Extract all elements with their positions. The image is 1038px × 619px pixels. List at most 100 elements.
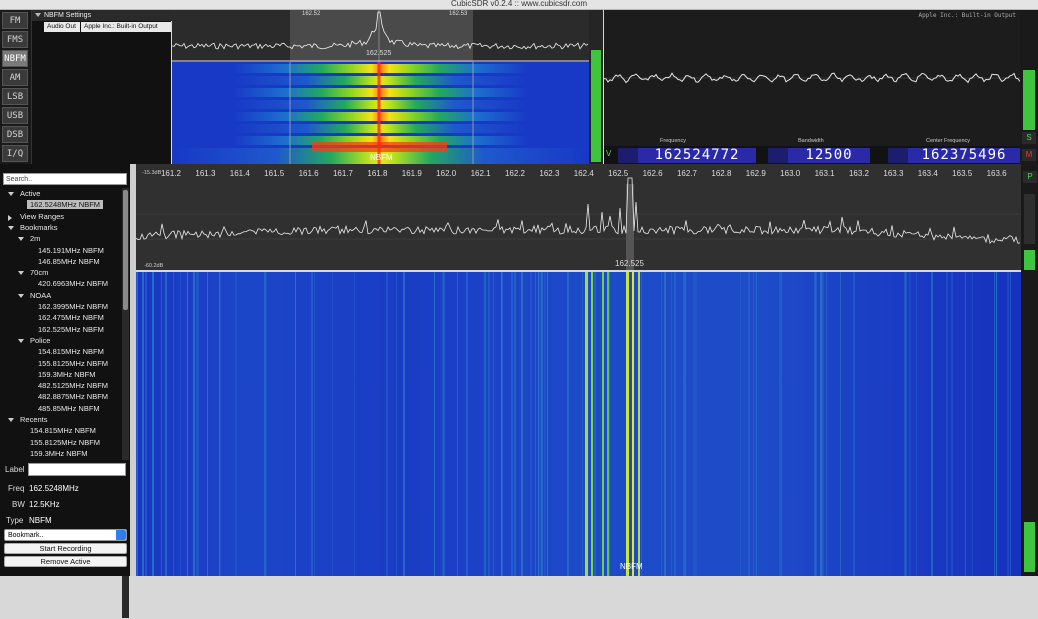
type-value: NBFM	[29, 516, 52, 525]
bookmark-label-input[interactable]	[28, 463, 126, 476]
waterfall-trace	[530, 272, 532, 576]
bookmark-select[interactable]: Bookmark..	[4, 529, 127, 541]
scrollbar-thumb[interactable]	[123, 190, 128, 310]
mode-button-fm[interactable]: FM	[2, 12, 28, 29]
title-bar: CubicSDR v0.2.4 :: www.cubicsdr.com	[0, 0, 1038, 10]
spectrum-zoom-slider[interactable]	[1024, 194, 1035, 244]
modem-settings-title: NBFM Settings	[44, 12, 92, 19]
collapse-icon[interactable]	[8, 418, 14, 422]
collapse-icon[interactable]	[8, 192, 14, 196]
mode-button-usb[interactable]: USB	[2, 107, 28, 124]
center-frequency-digits[interactable]: 162375496	[908, 148, 1020, 163]
signal-trace	[638, 272, 640, 576]
collapse-icon[interactable]	[18, 271, 24, 276]
squelch-meter-fill	[591, 50, 601, 162]
waterfall-speed-fill[interactable]	[1024, 522, 1035, 572]
mode-button-lsb[interactable]: LSB	[2, 88, 28, 105]
waterfall-trace	[220, 272, 221, 576]
waterfall-trace	[165, 272, 167, 576]
demod-spectrum[interactable]: 162.52 162.53 162.525	[172, 10, 589, 62]
waterfall-trace	[822, 272, 824, 576]
collapse-icon[interactable]	[18, 237, 24, 242]
tree-item[interactable]: Recents	[20, 415, 48, 424]
frequency-tick-label: 163.6	[986, 169, 1007, 178]
waterfall-trace	[594, 272, 596, 576]
tree-item[interactable]: View Ranges	[20, 212, 64, 221]
audio-device-select[interactable]: Apple Inc.: Built-in Output	[81, 22, 171, 32]
freq-key: Freq	[8, 484, 25, 493]
frequency-tick-label: 161.9	[401, 169, 422, 178]
tree-item[interactable]: 159.3MHz NBFM	[38, 370, 96, 379]
tree-item[interactable]: 154.815MHz NBFM	[38, 347, 104, 356]
frequency-digits[interactable]: 162524772	[638, 148, 756, 163]
waterfall-trace	[1010, 272, 1011, 576]
waterfall-trace	[779, 272, 781, 576]
tree-item[interactable]: 485.85MHz NBFM	[38, 404, 100, 413]
bw-value: 12.5KHz	[29, 500, 60, 509]
peak-hold-toggle-p[interactable]: P	[1023, 171, 1037, 183]
expand-icon[interactable]	[8, 214, 12, 221]
frequency-tick-label: 162.0	[436, 169, 457, 178]
tree-item[interactable]: 145.191MHz NBFM	[38, 246, 104, 255]
tree-item[interactable]: 70cm	[30, 268, 48, 277]
main-center-label: 162.525	[615, 259, 644, 268]
frequency-tick-label: 162.1	[470, 169, 491, 178]
tree-item[interactable]: 482.8875MHz NBFM	[38, 392, 108, 401]
waterfall-trace	[674, 272, 676, 576]
tree-item[interactable]: 159.3MHz NBFM	[30, 449, 88, 458]
collapse-icon[interactable]	[18, 293, 24, 298]
bookmark-search-input[interactable]: Search..	[3, 173, 127, 185]
tree-item[interactable]: 2m	[30, 234, 40, 243]
collapse-icon[interactable]	[18, 338, 24, 343]
waterfall-trace	[951, 272, 953, 576]
frequency-tick-label: 161.5	[264, 169, 285, 178]
mode-button-nbfm[interactable]: NBFM	[2, 50, 28, 67]
signal-trace	[607, 272, 609, 576]
digit-pad	[618, 148, 638, 163]
mode-button-am[interactable]: AM	[2, 69, 28, 86]
v-label[interactable]: V	[606, 149, 611, 158]
remove-active-button[interactable]: Remove Active	[4, 556, 127, 567]
signal-trace	[602, 272, 604, 576]
mode-button-fms[interactable]: FMS	[2, 31, 28, 48]
waterfall-trace	[434, 272, 435, 576]
mute-toggle-m[interactable]: M	[1022, 149, 1036, 161]
waterfall-trace	[814, 272, 816, 576]
waterfall-trace	[142, 272, 144, 576]
spectrum-toggle-s[interactable]: S	[1022, 132, 1036, 144]
collapse-icon[interactable]	[8, 225, 14, 230]
tree-item[interactable]: 162.5248MHz NBFM	[27, 200, 104, 210]
tree-item[interactable]: Active	[20, 189, 40, 198]
demod-waterfall[interactable]: NBFM	[172, 62, 589, 164]
frequency-tick-label: 162.2	[504, 169, 526, 178]
waterfall-trace	[541, 272, 543, 576]
waterfall-trace	[501, 272, 502, 576]
tree-item[interactable]: 162.3995MHz NBFM	[38, 302, 108, 311]
start-recording-button[interactable]: Start Recording	[4, 543, 127, 554]
tree-item[interactable]: 155.8125MHz NBFM	[38, 359, 108, 368]
tree-item[interactable]: 155.8125MHz NBFM	[30, 438, 100, 447]
main-waterfall[interactable]: NBFM	[136, 272, 1021, 576]
modem-settings-header[interactable]: NBFM Settings	[32, 10, 172, 21]
tree-item[interactable]: Bookmarks	[20, 223, 58, 232]
squelch-meter[interactable]	[589, 10, 603, 164]
tree-item[interactable]: 420.6963MHz NBFM	[38, 279, 108, 288]
tree-item[interactable]: 154.815MHz NBFM	[30, 426, 96, 435]
tree-item[interactable]: 482.5125MHz NBFM	[38, 381, 108, 390]
bandwidth-digits[interactable]: 12500	[788, 148, 870, 163]
mode-button-iq[interactable]: I/Q	[2, 145, 28, 162]
frequency-tick-label: 163.1	[814, 169, 835, 178]
waterfall-trace	[235, 272, 237, 576]
tree-item[interactable]: 162.525MHz NBFM	[38, 325, 104, 334]
waterfall-trace	[180, 272, 181, 576]
tree-item[interactable]: Police	[30, 336, 50, 345]
tree-item[interactable]: 162.475MHz NBFM	[38, 313, 104, 322]
frequency-axis: 161.2 161.3 161.4 161.5 161.6 161.7 161.8 161.9…	[136, 169, 1021, 181]
tree-item[interactable]: 146.85MHz NBFM	[38, 257, 100, 266]
main-spectrum[interactable]: 161.2 161.3 161.4 161.5 161.6 161.7 161.8 161.9…	[136, 164, 1021, 270]
waterfall-trace	[740, 272, 741, 576]
mode-button-dsb[interactable]: DSB	[2, 126, 28, 143]
tree-item[interactable]: NOAA	[30, 291, 51, 300]
waterfall-trace	[756, 272, 757, 576]
scope-device-label: Apple Inc.: Built-in Output	[918, 12, 1016, 19]
